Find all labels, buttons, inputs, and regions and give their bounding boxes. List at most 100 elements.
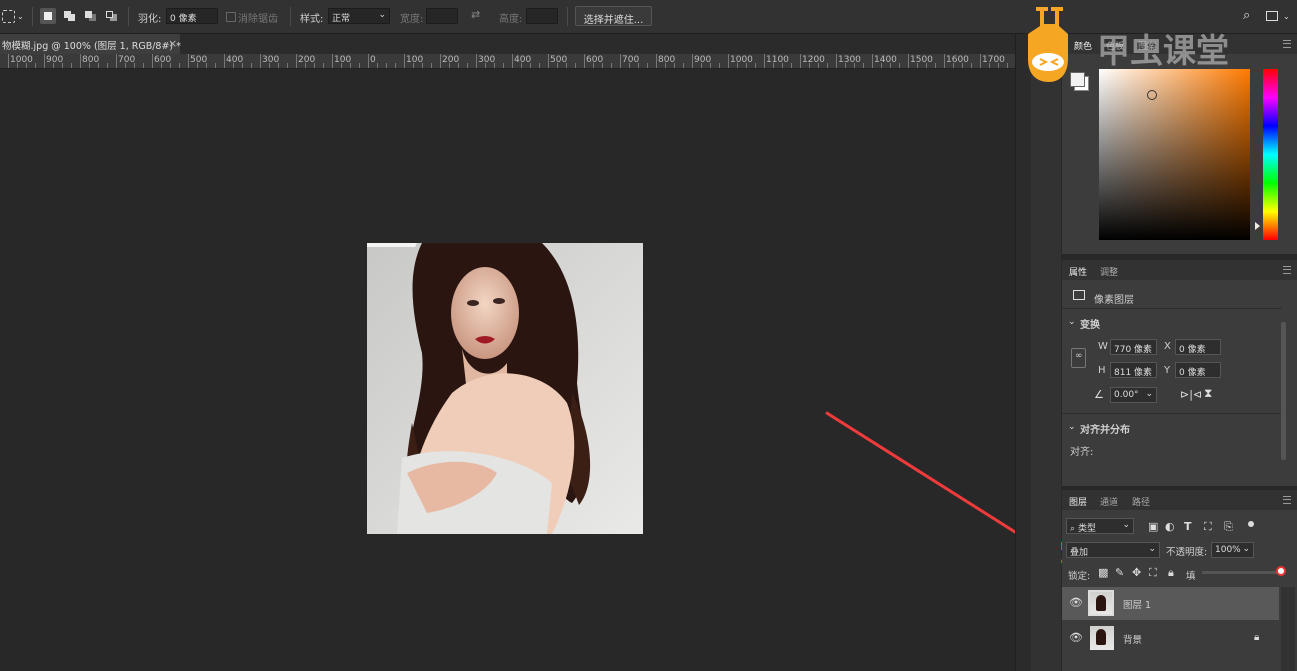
blend-mode-select[interactable]: 叠加 ⌄ <box>1066 542 1160 558</box>
ruler-minor-tick <box>647 63 648 68</box>
color-field[interactable] <box>1099 69 1250 240</box>
fill-slider[interactable] <box>1202 571 1278 574</box>
filter-smart-object-icon[interactable]: ⎘ <box>1224 521 1233 533</box>
ruler-minor-tick <box>530 63 531 68</box>
search-icon[interactable]: ⌕ <box>1243 9 1250 22</box>
ruler-minor-tick <box>143 63 144 68</box>
intersect-selection-icon[interactable] <box>104 8 120 24</box>
antialias-checkbox[interactable] <box>226 12 236 22</box>
panel-menu-icon[interactable] <box>1283 496 1291 504</box>
ruler-minor-tick <box>782 63 783 68</box>
panel-dock <box>1031 34 1061 671</box>
ruler-tick-mark <box>8 54 9 68</box>
chevron-down-icon[interactable]: ⌄ <box>1068 316 1076 328</box>
document-tab[interactable]: 物模糊.jpg @ 100% (图层 1, RGB/8#) * × <box>0 34 181 54</box>
ruler-tick-label: 1200 <box>802 55 825 65</box>
ruler-tick-label: 100 <box>334 55 352 65</box>
layer-row[interactable]: 👁︎ 背景 🔒︎ <box>1062 622 1279 655</box>
ruler-minor-tick <box>179 63 180 68</box>
panel-collapse-strip <box>1015 34 1032 671</box>
align-section-title[interactable]: 对齐并分布 <box>1080 421 1130 436</box>
chevron-down-icon[interactable]: ⌄ <box>1283 11 1290 23</box>
panel-menu-icon[interactable] <box>1283 266 1291 274</box>
flip-vertical-icon[interactable]: ⧗ <box>1204 387 1212 399</box>
marquee-tool-icon[interactable] <box>2 10 15 23</box>
ruler-minor-tick <box>890 63 891 68</box>
hue-slider-handle[interactable] <box>1255 222 1260 230</box>
height-field[interactable]: 811 像素 <box>1110 362 1157 378</box>
x-field[interactable]: 0 像素 <box>1175 339 1221 355</box>
ruler-minor-tick <box>953 63 954 68</box>
blend-mode-value: 叠加 <box>1070 548 1089 558</box>
filter-toggle-icon[interactable] <box>1248 521 1254 527</box>
ruler-tick-label: 1000 <box>10 55 33 65</box>
add-selection-icon[interactable] <box>62 8 78 24</box>
ruler-minor-tick <box>899 63 900 68</box>
opacity-field[interactable]: 100% ⌄ <box>1211 542 1254 558</box>
panel-menu-icon[interactable] <box>1283 40 1291 48</box>
lock-position-icon[interactable]: ✥ <box>1132 567 1141 579</box>
style-select[interactable]: 正常 ⌄ <box>328 8 390 24</box>
subtract-selection-icon[interactable] <box>83 8 99 24</box>
chevron-down-icon[interactable]: ⌄ <box>1068 421 1076 433</box>
ruler-tick-label: 600 <box>586 55 604 65</box>
layer-row[interactable]: 👁︎ 图层 1 <box>1062 587 1279 620</box>
ruler-tick-label: 700 <box>118 55 136 65</box>
lock-image-icon[interactable]: ✎ <box>1115 567 1124 579</box>
ruler-minor-tick <box>377 63 378 68</box>
filter-adjustment-icon[interactable]: ◐ <box>1165 521 1175 533</box>
close-tab-icon[interactable]: × <box>168 37 177 50</box>
properties-scrollbar[interactable] <box>1281 322 1286 460</box>
ruler-minor-tick <box>233 63 234 68</box>
flip-horizontal-icon[interactable]: ⊳|⊲ <box>1180 389 1202 401</box>
ruler-tick-mark <box>188 54 189 68</box>
angle-field[interactable]: 0.00° ⌄ <box>1110 387 1157 403</box>
lock-artboard-icon[interactable]: ⛶ <box>1149 567 1157 579</box>
feather-input[interactable]: 0 像素 <box>166 8 218 24</box>
layer-name[interactable]: 背景 <box>1123 632 1142 646</box>
lock-all-icon[interactable]: 🔒︎ <box>1168 567 1174 579</box>
ruler-tick-mark <box>728 54 729 68</box>
filter-pixel-icon[interactable]: ▣ <box>1148 521 1158 533</box>
ruler-minor-tick <box>773 63 774 68</box>
y-label: Y <box>1164 365 1171 376</box>
tab-channels[interactable]: 通道 <box>1100 495 1118 508</box>
new-selection-icon[interactable] <box>40 8 56 24</box>
transform-section-title[interactable]: 变换 <box>1080 316 1100 331</box>
hue-slider[interactable] <box>1263 69 1278 240</box>
width-input[interactable] <box>426 8 458 24</box>
workspace-icon[interactable] <box>1266 11 1278 21</box>
link-dimensions-icon[interactable]: ∞ <box>1071 348 1086 368</box>
tab-layers[interactable]: 图层 <box>1069 495 1087 508</box>
filter-shape-icon[interactable]: ⛶ <box>1204 521 1212 533</box>
ruler-minor-tick <box>386 63 387 68</box>
layer-thumbnail <box>1090 626 1114 650</box>
height-input[interactable] <box>526 8 558 24</box>
layer-filter-select[interactable]: ⌕ 类型 ⌄ <box>1066 518 1134 534</box>
tab-properties[interactable]: 属性 <box>1069 265 1087 278</box>
color-picker-handle[interactable] <box>1147 90 1157 100</box>
ruler-minor-tick <box>449 63 450 68</box>
layer-name[interactable]: 图层 1 <box>1123 597 1151 611</box>
width-field[interactable]: 770 像素 <box>1110 339 1157 355</box>
eye-icon[interactable]: 👁︎ <box>1069 597 1083 609</box>
tab-adjustments[interactable]: 调整 <box>1100 265 1118 278</box>
swap-icon[interactable]: ⇄ <box>471 9 480 21</box>
canvas-area[interactable] <box>0 69 1015 671</box>
layers-scrollbar[interactable] <box>1281 587 1295 671</box>
lock-transparency-icon[interactable]: ▩ <box>1098 567 1108 579</box>
chevron-down-icon[interactable]: ⌄ <box>17 11 24 23</box>
watermark-logo <box>1022 4 1077 84</box>
filter-type-icon[interactable]: T <box>1184 521 1192 533</box>
eye-icon[interactable]: 👁︎ <box>1069 632 1083 644</box>
tab-paths[interactable]: 路径 <box>1132 495 1150 508</box>
y-field[interactable]: 0 像素 <box>1175 362 1221 378</box>
ruler-tick-label: 500 <box>550 55 568 65</box>
ruler-tick-label: 900 <box>46 55 64 65</box>
ruler-tick-label: 1300 <box>838 55 861 65</box>
select-and-mask-button[interactable]: 选择并遮住... <box>575 6 652 26</box>
ruler-tick-label: 1000 <box>730 55 753 65</box>
ruler-minor-tick <box>791 63 792 68</box>
ruler-minor-tick <box>323 63 324 68</box>
ruler-tick-label: 1600 <box>946 55 969 65</box>
